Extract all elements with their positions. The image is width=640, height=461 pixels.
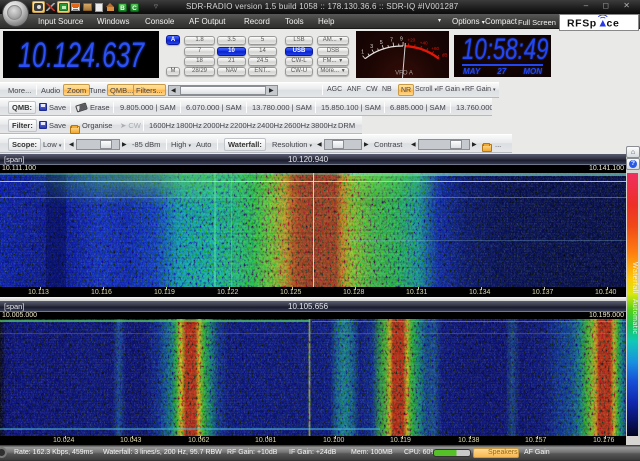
svg-text:7: 7 — [390, 37, 393, 43]
svg-text:ce: ce — [607, 18, 620, 30]
svg-text:9: 9 — [400, 37, 403, 43]
svg-text:1: 1 — [361, 49, 364, 55]
svg-text:RFSp: RFSp — [567, 18, 597, 30]
svg-text:+20: +20 — [407, 38, 415, 43]
svg-text:+40: +40 — [420, 41, 428, 46]
svg-text:5: 5 — [380, 40, 383, 46]
svg-text:3: 3 — [370, 44, 373, 50]
svg-text:VFO A: VFO A — [395, 71, 413, 77]
svg-text:+60: +60 — [431, 46, 439, 51]
svg-text:dB: dB — [442, 53, 448, 58]
